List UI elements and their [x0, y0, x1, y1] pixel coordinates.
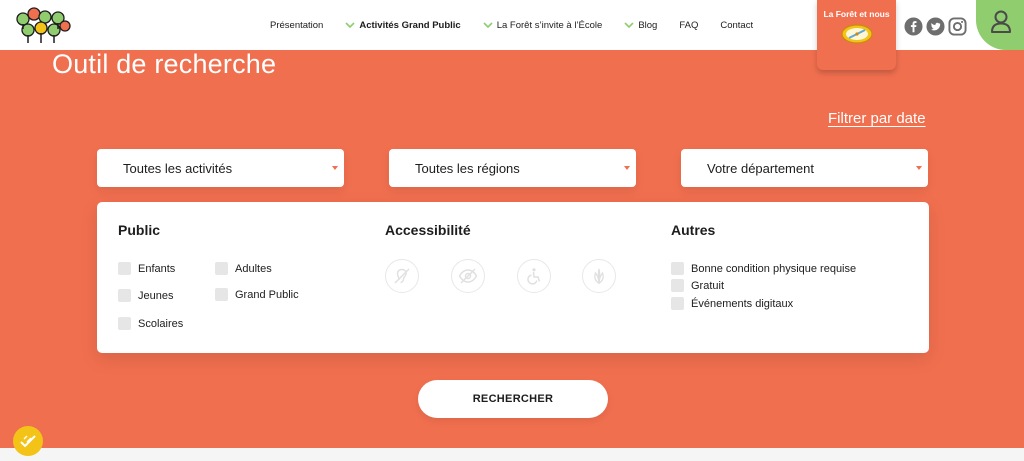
checkbox-label: Adultes: [235, 262, 272, 275]
nav-label: Activités Grand Public: [359, 19, 461, 31]
chevron-down-icon: [345, 22, 355, 28]
main-nav: Présentation Activités Grand Public La F…: [270, 0, 775, 50]
nav-item-ecole[interactable]: La Forêt s’invite à l’École: [483, 19, 603, 31]
checkbox-box[interactable]: [118, 317, 131, 330]
checkbox-box[interactable]: [671, 297, 684, 310]
filter-by-date-link[interactable]: Filtrer par date: [828, 110, 926, 127]
hearing-impaired-icon: [394, 268, 410, 284]
footer-strip: [0, 448, 1024, 461]
accessibility-widget-button[interactable]: [13, 426, 43, 456]
checkbox-label: Événements digitaux: [691, 297, 794, 310]
checkbox-box[interactable]: [215, 262, 228, 275]
checkbox-box[interactable]: [671, 262, 684, 275]
nav-label: La Forêt s’invite à l’École: [496, 19, 603, 31]
wheelchair-icon: [527, 268, 541, 285]
filters-panel: Public Enfants Jeunes Scolaires Adultes …: [97, 202, 929, 353]
checkbox-enfants[interactable]: Enfants: [118, 262, 175, 275]
caret-down-icon: [332, 166, 338, 170]
checkbox-gratuit[interactable]: Gratuit: [671, 279, 724, 292]
site-logo[interactable]: [14, 6, 72, 46]
nav-item-contact[interactable]: Contact: [720, 20, 753, 31]
nav-item-blog[interactable]: Blog: [624, 20, 657, 31]
chevron-down-icon: [483, 22, 493, 28]
user-account-button[interactable]: [976, 0, 1024, 50]
nav-label: Contact: [720, 19, 754, 31]
select-value: Toutes les régions: [415, 160, 520, 176]
checkbox-jeunes[interactable]: Jeunes: [118, 289, 173, 302]
checkbox-label: Gratuit: [691, 279, 725, 292]
others-title: Autres: [671, 222, 716, 238]
checkbox-adultes[interactable]: Adultes: [215, 262, 272, 275]
checkbox-label: Grand Public: [235, 288, 299, 301]
checkbox-label: Jeunes: [138, 289, 174, 302]
accessibility-title: Accessibilité: [385, 222, 471, 238]
nav-item-faq[interactable]: FAQ: [679, 20, 698, 31]
nav-label: Présentation: [270, 19, 324, 31]
wheelchair-filter[interactable]: [517, 259, 551, 293]
checkbox-scolaires[interactable]: Scolaires: [118, 317, 183, 330]
public-title: Public: [118, 222, 161, 238]
select-value: Votre département: [707, 160, 814, 176]
checkbox-grand-public[interactable]: Grand Public: [215, 288, 299, 301]
user-icon: [991, 10, 1011, 33]
page-title: Outil de recherche: [52, 49, 277, 79]
activities-select[interactable]: Toutes les activités: [97, 149, 344, 187]
caret-down-icon: [916, 166, 922, 170]
checkbox-box[interactable]: [671, 279, 684, 292]
search-button[interactable]: RECHERCHER: [418, 380, 608, 418]
visually-impaired-icon: [458, 268, 478, 284]
checkbox-box[interactable]: [118, 289, 131, 302]
checkbox-label: Enfants: [138, 262, 176, 275]
nav-label: FAQ: [679, 19, 699, 31]
hearing-impaired-filter[interactable]: [385, 259, 419, 293]
instagram-icon[interactable]: [948, 17, 967, 36]
promo-label: La Forêt et nous: [823, 9, 890, 19]
checkbox-box[interactable]: [118, 262, 131, 275]
nav-label: Blog: [638, 19, 658, 31]
regions-select[interactable]: Toutes les régions: [389, 149, 636, 187]
mental-disability-icon: [594, 268, 604, 285]
department-select[interactable]: Votre département: [681, 149, 928, 187]
caret-down-icon: [624, 166, 630, 170]
mental-disability-filter[interactable]: [582, 259, 616, 293]
visually-impaired-filter[interactable]: [451, 259, 485, 293]
checkbox-label: Scolaires: [138, 317, 184, 330]
nav-item-presentation[interactable]: Présentation: [270, 20, 323, 31]
promo-tab[interactable]: La Forêt et nous: [817, 0, 896, 70]
nav-item-activites[interactable]: Activités Grand Public: [345, 19, 461, 31]
twitter-icon[interactable]: [926, 17, 945, 36]
checkbox-label: Bonne condition physique requise: [691, 262, 857, 275]
social-links: [904, 17, 967, 36]
compass-icon: [840, 24, 873, 44]
checkbox-physical-condition[interactable]: Bonne condition physique requise: [671, 262, 856, 275]
select-value: Toutes les activités: [123, 160, 233, 176]
facebook-icon[interactable]: [904, 17, 923, 36]
chevron-down-icon: [624, 22, 634, 28]
accessibility-check-icon: [20, 435, 36, 448]
header-bar: Présentation Activités Grand Public La F…: [0, 0, 1024, 70]
checkbox-digital-events[interactable]: Événements digitaux: [671, 297, 793, 310]
checkbox-box[interactable]: [215, 288, 228, 301]
